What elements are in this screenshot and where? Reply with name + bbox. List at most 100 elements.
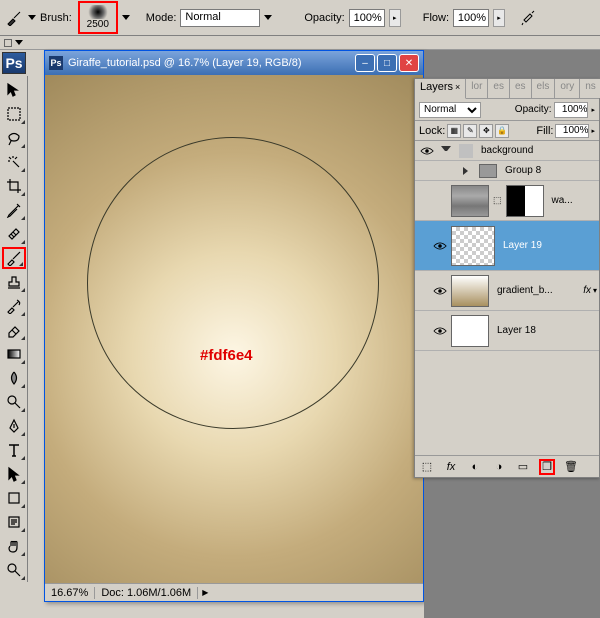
minimize-button[interactable]: –	[355, 54, 375, 72]
layer-name[interactable]: wa...	[548, 195, 597, 206]
mode-dropdown-icon[interactable]	[264, 15, 272, 20]
flow-input[interactable]	[453, 9, 489, 27]
brush-dropdown-icon[interactable]	[122, 15, 130, 20]
blur-tool[interactable]	[2, 367, 26, 389]
flow-label: Flow:	[423, 12, 449, 24]
tab-6[interactable]: ory	[555, 79, 580, 98]
layer-blend-select[interactable]: Normal	[419, 102, 481, 118]
tab-5[interactable]: els	[532, 79, 556, 98]
marquee-tool[interactable]	[2, 103, 26, 125]
document-icon: Ps	[49, 56, 63, 70]
status-bar: 16.67% Doc: 1.06M/1.06M ▶	[45, 583, 423, 601]
lock-move-icon[interactable]: ✥	[479, 124, 493, 138]
layer-row-wa[interactable]: ⬚ wa...	[415, 181, 599, 221]
brush-preset-picker[interactable]: 2500	[78, 1, 118, 34]
move-tool[interactable]	[2, 79, 26, 101]
lock-transparent-icon[interactable]: ▦	[447, 124, 461, 138]
document-titlebar[interactable]: Ps Giraffe_tutorial.psd @ 16.7% (Layer 1…	[45, 51, 423, 75]
eyedropper-tool[interactable]	[2, 199, 26, 221]
layer-mask-icon[interactable]: ◐	[467, 459, 483, 475]
maximize-button[interactable]: □	[377, 54, 397, 72]
pen-tool[interactable]	[2, 415, 26, 437]
wand-tool[interactable]	[2, 151, 26, 173]
history-brush-tool[interactable]	[2, 295, 26, 317]
tab-7[interactable]: ns	[580, 79, 600, 98]
lasso-tool[interactable]	[2, 127, 26, 149]
expand-icon[interactable]	[463, 167, 471, 175]
layer-row-layer19[interactable]: Layer 19	[415, 221, 599, 271]
layer-blend-row: Normal Opacity: ▸	[415, 99, 599, 121]
brush-size-value: 2500	[87, 19, 109, 30]
type-tool[interactable]	[2, 439, 26, 461]
healing-tool[interactable]	[2, 223, 26, 245]
eraser-tool[interactable]	[2, 319, 26, 341]
close-button[interactable]: ✕	[399, 54, 419, 72]
dodge-tool[interactable]	[2, 391, 26, 413]
lock-all-icon[interactable]: 🔒	[495, 124, 509, 138]
layers-panel: Layers× lor es es els ory ns Normal Opac…	[414, 78, 600, 478]
flow-stepper[interactable]: ▸	[493, 9, 505, 27]
layer-row-gradient[interactable]: gradient_b... fx ▾	[415, 271, 599, 311]
visibility-icon[interactable]	[433, 241, 447, 251]
visibility-icon[interactable]	[433, 286, 447, 296]
opacity-stepper[interactable]: ▸	[389, 9, 401, 27]
brush-tool[interactable]	[2, 247, 26, 269]
layer-lock-row: Lock: ▦ ✎ ✥ 🔒 Fill: ▸	[415, 121, 599, 141]
document-title: Giraffe_tutorial.psd @ 16.7% (Layer 19, …	[68, 57, 355, 69]
tab-4[interactable]: es	[510, 79, 532, 98]
path-select-tool[interactable]	[2, 463, 26, 485]
brush-tool-preset-icon[interactable]	[4, 8, 24, 28]
layer-name[interactable]: Layer 18	[493, 325, 597, 336]
fx-badge[interactable]: fx	[581, 285, 593, 296]
layer-row-group8[interactable]: Group 8	[415, 161, 599, 181]
layer-thumb	[451, 185, 489, 217]
mask-thumb	[506, 185, 544, 217]
gradient-tool[interactable]	[2, 343, 26, 365]
tool-preset-dropdown-icon[interactable]	[28, 15, 36, 20]
layer-name[interactable]: gradient_b...	[493, 285, 581, 296]
visibility-icon[interactable]	[417, 146, 437, 156]
blend-mode-select[interactable]: Normal	[180, 9, 260, 27]
layer-row-background[interactable]: background	[415, 141, 599, 161]
tab-well	[0, 36, 600, 50]
link-layers-icon[interactable]: ⬚	[419, 459, 435, 475]
opacity-label: Opacity:	[304, 12, 344, 24]
canvas[interactable]: #fdf6e4	[45, 75, 423, 583]
layer-name[interactable]: background	[477, 145, 597, 156]
airbrush-icon[interactable]	[519, 8, 539, 28]
stamp-tool[interactable]	[2, 271, 26, 293]
layer-opacity-label: Opacity:	[515, 104, 552, 115]
layer-name[interactable]: Group 8	[501, 165, 597, 176]
delete-layer-icon[interactable]: 🗑	[563, 459, 579, 475]
layer-style-icon[interactable]: fx	[443, 459, 459, 475]
layer-opacity-input[interactable]	[554, 102, 588, 118]
opacity-input[interactable]	[349, 9, 385, 27]
layer-row-layer18[interactable]: Layer 18	[415, 311, 599, 351]
link-icon: ⬚	[493, 195, 502, 206]
fill-input[interactable]	[555, 124, 589, 138]
notes-tool[interactable]	[2, 511, 26, 533]
new-layer-icon[interactable]: ❐	[539, 459, 555, 475]
lock-paint-icon[interactable]: ✎	[463, 124, 477, 138]
tab-2[interactable]: lor	[466, 79, 488, 98]
toolbox-column: Ps	[0, 50, 28, 582]
group-icon[interactable]: ▭	[515, 459, 531, 475]
tab-3[interactable]: es	[488, 79, 510, 98]
adjustment-layer-icon[interactable]: ◑	[491, 459, 507, 475]
color-annotation: #fdf6e4	[200, 347, 253, 364]
shape-tool[interactable]	[2, 487, 26, 509]
tab-layers[interactable]: Layers×	[415, 79, 466, 99]
mode-value: Normal	[185, 11, 220, 23]
layer-thumb	[451, 275, 489, 307]
tab-well-dropdown[interactable]	[15, 40, 23, 45]
folder-icon	[479, 164, 497, 178]
brush-preview-icon	[86, 5, 110, 19]
crop-tool[interactable]	[2, 175, 26, 197]
hand-tool[interactable]	[2, 535, 26, 557]
visibility-icon[interactable]	[433, 326, 447, 336]
zoom-tool[interactable]	[2, 559, 26, 581]
doc-size: Doc: 1.06M/1.06M	[95, 587, 198, 599]
expand-icon[interactable]	[441, 146, 451, 156]
zoom-level[interactable]: 16.67%	[45, 587, 95, 599]
layer-name[interactable]: Layer 19	[499, 240, 597, 251]
